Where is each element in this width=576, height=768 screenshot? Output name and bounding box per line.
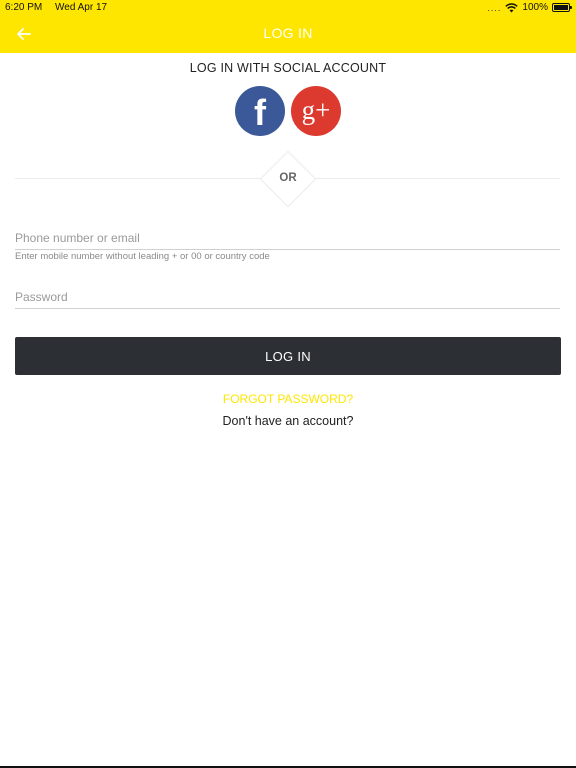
signup-link[interactable]: Don't have an account? [0,414,576,428]
or-label: OR [279,172,297,184]
status-date: Wed Apr 17 [55,2,108,13]
signal-icon: .... [487,2,502,13]
battery-percent: 100% [522,2,548,13]
phone-helper-text: Enter mobile number without leading + or… [15,251,270,262]
login-button[interactable]: LOG IN [15,337,561,375]
google-plus-login-button[interactable]: g+ [291,86,341,136]
facebook-icon: f [254,92,266,133]
status-time: 6:20 PM [5,2,43,13]
forgot-password-link[interactable]: FORGOT PASSWORD? [0,392,576,406]
wifi-icon [505,2,519,12]
password-input[interactable] [15,286,560,309]
status-right: .... 100% [487,2,572,13]
phone-email-input[interactable] [15,227,560,250]
battery-icon [552,3,572,12]
google-plus-icon: g+ [301,94,331,125]
facebook-login-button[interactable]: f [235,86,285,136]
status-left: 6:20 PM Wed Apr 17 [5,2,107,13]
page-title: LOG IN [263,25,313,41]
social-login-heading: LOG IN WITH SOCIAL ACCOUNT [189,61,387,75]
status-bar: 6:20 PM Wed Apr 17 .... 100% [0,0,576,16]
